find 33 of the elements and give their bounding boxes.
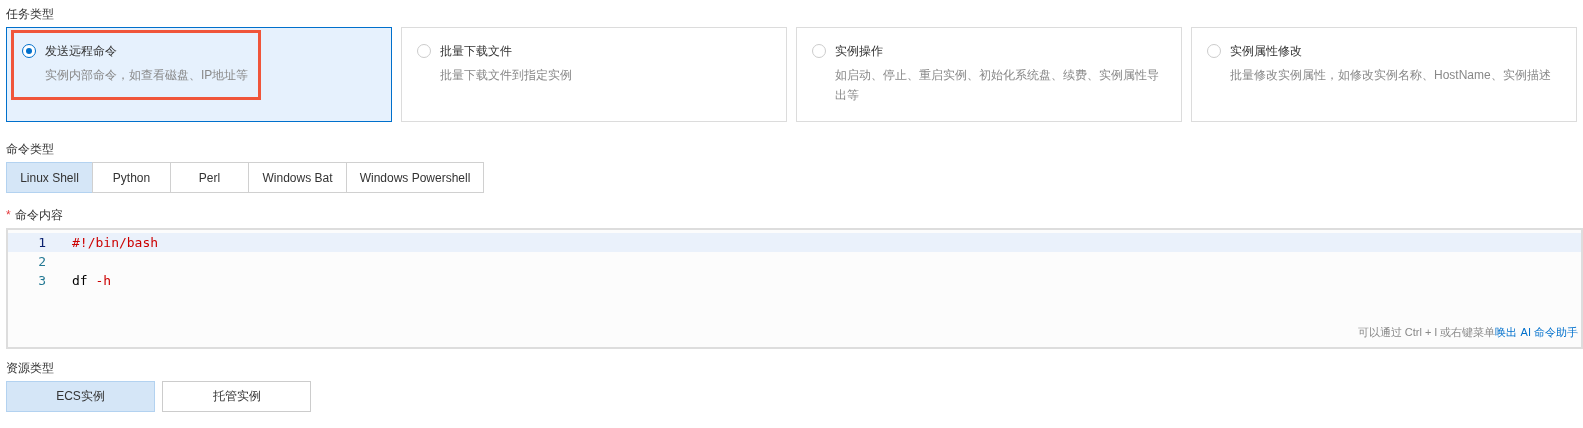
command-type-tab[interactable]: Windows Powershell [346,162,484,193]
task-type-card[interactable]: 批量下载文件 批量下载文件到指定实例 [401,27,787,122]
card-description: 批量下载文件到指定实例 [440,67,573,84]
code-editor[interactable]: 1 #!/bin/bash 2 3 df -h 可以通过 Ctrl + I 或右键菜单唤出 AI 命令助手 [6,228,1583,349]
section-label: 资源类型 [6,360,55,377]
code-line: df -h [72,272,112,290]
card-title: 实例属性修改 [1230,42,1302,60]
ai-assistant-link[interactable]: 唤出 AI 命令助手 [1495,326,1578,338]
section-label: 命令类型 [6,141,55,158]
code-line: #!/bin/bash [72,234,159,252]
card-title: 实例操作 [835,42,883,60]
resource-type-button[interactable]: 托管实例 [162,381,311,412]
command-type-tab[interactable]: Windows Bat [248,162,347,193]
command-type-tab[interactable]: Perl [170,162,249,193]
task-type-card[interactable]: 实例操作 如启动、停止、重启实例、初始化系统盘、续费、实例属性导出等 [796,27,1182,122]
card-description: 实例内部命令，如查看磁盘、IP地址等 [45,67,249,84]
line-number: 3 [37,272,47,290]
resource-type-button[interactable]: ECS实例 [6,381,155,412]
required-mark: * [6,207,11,224]
section-label: 命令内容 [14,207,63,224]
card-title: 发送远程命令 [45,42,117,60]
radio-button[interactable] [22,44,36,58]
card-title: 批量下载文件 [440,42,512,60]
line-number: 2 [37,253,47,271]
task-type-card[interactable]: 发送远程命令 实例内部命令，如查看磁盘、IP地址等 [6,27,392,122]
line-number: 1 [37,234,47,252]
section-label: 任务类型 [6,6,55,23]
command-type-tab[interactable]: Python [92,162,171,193]
card-description: 如启动、停止、重启实例、初始化系统盘、续费、实例属性导出等 [835,67,1160,104]
command-type-tab[interactable]: Linux Shell [6,162,93,193]
hint-text: 可以通过 Ctrl + I 或右键菜单 [1357,326,1496,338]
task-type-card[interactable]: 实例属性修改 批量修改实例属性，如修改实例名称、HostName、实例描述 [1191,27,1577,122]
card-description: 批量修改实例属性，如修改实例名称、HostName、实例描述 [1230,67,1552,84]
